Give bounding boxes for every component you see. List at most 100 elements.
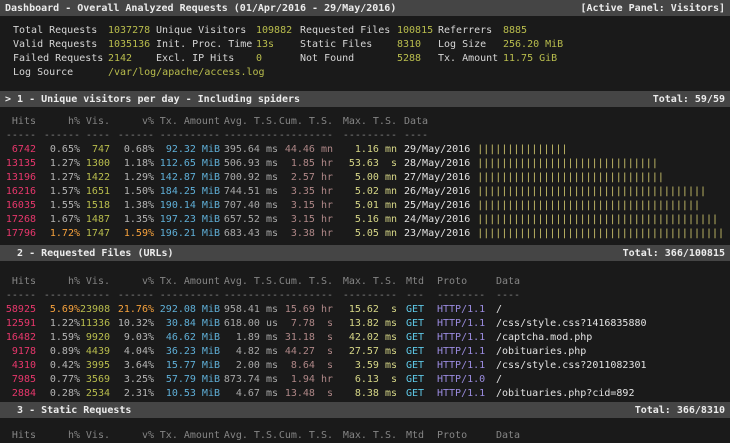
avg-ts-value: 1.89 ms	[220, 331, 278, 345]
visitors-percent-header: v%	[110, 275, 154, 289]
table-header-row: Hits h% Vis. v% Tx. Amount Avg. T.S. Cum…	[0, 115, 730, 129]
tx-amount-value: 11.75 GiB	[503, 52, 557, 66]
separator: ----------	[154, 289, 220, 303]
max-ts-value: 13.82 ms	[333, 317, 397, 331]
total-requests-label: Total Requests	[13, 24, 108, 38]
request-row[interactable]: 7985 0.77% 3569 3.25% 57.79 MiB 873.74 m…	[0, 373, 730, 387]
log-source-value: /var/log/apache/access.log	[108, 66, 265, 80]
summary-row: Total Requests 1037278 Unique Visitors 1…	[0, 24, 730, 38]
unique-visitors-label: Unique Visitors	[156, 24, 256, 38]
init-proc-time-value: 13s	[256, 38, 300, 52]
tx-amount-value: 36.23 MiB	[154, 345, 220, 359]
unique-visitors-value: 109882	[256, 24, 300, 38]
summary-row: Failed Requests 2142 Excl. IP Hits 0 Not…	[0, 52, 730, 66]
panel-header-visitors[interactable]: > 1 - Unique visitors per day - Includin…	[0, 91, 730, 107]
avg-ts-value: 873.74 ms	[220, 373, 278, 387]
request-row[interactable]: 58925 5.69% 23908 21.76% 292.08 MiB 958.…	[0, 303, 730, 317]
visitors-row[interactable]: 16035 1.55% 1518 1.38% 190.14 MiB 707.40…	[0, 199, 730, 213]
visitors-row[interactable]: 17268 1.67% 1487 1.35% 197.23 MiB 657.52…	[0, 213, 730, 227]
hits-percent: 0.89%	[36, 345, 80, 359]
active-panel-indicator: [Active Panel: Visitors]	[581, 3, 726, 14]
url-value: /obituaries.php?cid=892	[496, 387, 730, 401]
request-row[interactable]: 16482 1.59% 9920 9.03% 46.62 MiB 1.89 ms…	[0, 331, 730, 345]
tx-amount-value: 196.21 MiB	[154, 227, 220, 241]
visitors-row[interactable]: 13196 1.27% 1422 1.29% 142.87 MiB 700.92…	[0, 171, 730, 185]
hits-value: 17796	[3, 227, 36, 241]
method-value: GET	[406, 359, 431, 373]
panel-pointer-placeholder	[5, 248, 17, 259]
init-proc-time-label: Init. Proc. Time	[156, 38, 256, 52]
visitors-value: 1422	[80, 171, 110, 185]
url-value: /css/style.css?1416835880	[496, 317, 730, 331]
max-ts-value: 5.16 mn	[333, 213, 397, 227]
visitors-value: 11336	[80, 317, 110, 331]
requested-files-label: Requested Files	[300, 24, 397, 38]
panel-total: Total: 59/59	[653, 94, 725, 105]
hits-percent-max: 1.72%	[36, 227, 80, 241]
hits-percent: 0.65%	[36, 143, 80, 157]
date-value: 23/May/2016	[404, 228, 470, 239]
total-requests-value: 1037278	[108, 24, 156, 38]
url-value: /css/style.css?2011082301	[496, 359, 730, 373]
separator: ----------	[154, 129, 220, 143]
method-value: GET	[406, 303, 431, 317]
hits-percent: 0.28%	[36, 387, 80, 401]
method-value: GET	[406, 317, 431, 331]
cum-ts-header: Cum. T.S.	[278, 275, 333, 289]
max-ts-value: 5.02 mn	[333, 185, 397, 199]
visitors-row[interactable]: 6742 0.65% 747 0.68% 92.32 MiB 395.64 ms…	[0, 143, 730, 157]
method-header: Mtd	[406, 429, 431, 443]
separator: -----	[80, 289, 110, 303]
protocol-header: Proto	[437, 429, 487, 443]
panel-header-requests[interactable]: 2 - Requested Files (URLs) Total: 366/10…	[0, 245, 730, 261]
visitors-percent: 1.18%	[110, 157, 154, 171]
visitors-value: 23908	[80, 303, 110, 317]
tx-amount-header: Tx. Amount	[154, 115, 220, 129]
panel-header-static-requests[interactable]: 3 - Static Requests Total: 366/8310	[0, 402, 730, 418]
visitors-percent: 10.32%	[110, 317, 154, 331]
cum-ts-value: 44.46 mn	[278, 143, 333, 157]
hits-value: 16035	[3, 199, 36, 213]
date-value: 28/May/2016	[404, 158, 470, 169]
visitors-value: 1487	[80, 213, 110, 227]
request-row[interactable]: 4310 0.42% 3995 3.64% 15.77 MiB 2.00 ms …	[0, 359, 730, 373]
request-row[interactable]: 2884 0.28% 2534 2.31% 10.53 MiB 4.67 ms …	[0, 387, 730, 401]
avg-ts-value: 4.67 ms	[220, 387, 278, 401]
max-ts-value: 27.57 ms	[333, 345, 397, 359]
hits-bar-chart: ||||||||||||||||||||||||||||||	[477, 158, 658, 169]
protocol-header: Proto	[437, 275, 487, 289]
requested-files-value: 100815	[397, 24, 438, 38]
request-row[interactable]: 9178 0.89% 4439 4.04% 36.23 MiB 4.82 ms …	[0, 345, 730, 359]
hits-header: Hits	[3, 115, 36, 129]
date-cell: 24/May/2016|||||||||||||||||||||||||||||…	[404, 213, 718, 227]
tx-amount-value: 46.62 MiB	[154, 331, 220, 345]
tx-amount-value: 184.25 MiB	[154, 185, 220, 199]
visitors-percent-header: v%	[110, 429, 154, 443]
hits-header: Hits	[3, 275, 36, 289]
visitors-value: 1300	[80, 157, 110, 171]
visitors-percent-header: v%	[110, 115, 154, 129]
cum-ts-value: 13.48 s	[278, 387, 333, 401]
visitors-row[interactable]: 16216 1.57% 1651 1.50% 184.25 MiB 744.51…	[0, 185, 730, 199]
max-ts-value: 1.16 mn	[333, 143, 397, 157]
cum-ts-value: 1.94 hr	[278, 373, 333, 387]
max-ts-value: 8.38 ms	[333, 387, 397, 401]
separator: ----	[496, 289, 730, 303]
max-ts-value: 15.62 s	[333, 303, 397, 317]
hits-bar-chart: |||||||||||||||||||||||||||||||||||||	[477, 200, 700, 211]
tx-amount-value: 57.79 MiB	[154, 373, 220, 387]
valid-requests-value: 1035136	[108, 38, 156, 52]
avg-ts-value: 4.82 ms	[220, 345, 278, 359]
requests-table: Hits h% Vis. v% Tx. Amount Avg. T.S. Cum…	[0, 275, 730, 401]
request-row[interactable]: 12591 1.22% 11336 10.32% 30.84 MiB 618.0…	[0, 317, 730, 331]
excl-ip-hits-value: 0	[256, 52, 300, 66]
visitors-percent: 1.38%	[110, 199, 154, 213]
visitors-row[interactable]: 13135 1.27% 1300 1.18% 112.65 MiB 506.93…	[0, 157, 730, 171]
table-header-row: Hits h% Vis. v% Tx. Amount Avg. T.S. Cum…	[0, 275, 730, 289]
data-header: Data	[404, 115, 428, 129]
cum-ts-value: 44.27 s	[278, 345, 333, 359]
summary-row: Log Source /var/log/apache/access.log	[0, 66, 730, 80]
visitors-row[interactable]: 17796 1.72% 1747 1.59% 196.21 MiB 683.43…	[0, 227, 730, 241]
hits-percent: 1.22%	[36, 317, 80, 331]
date-value: 24/May/2016	[404, 214, 470, 225]
